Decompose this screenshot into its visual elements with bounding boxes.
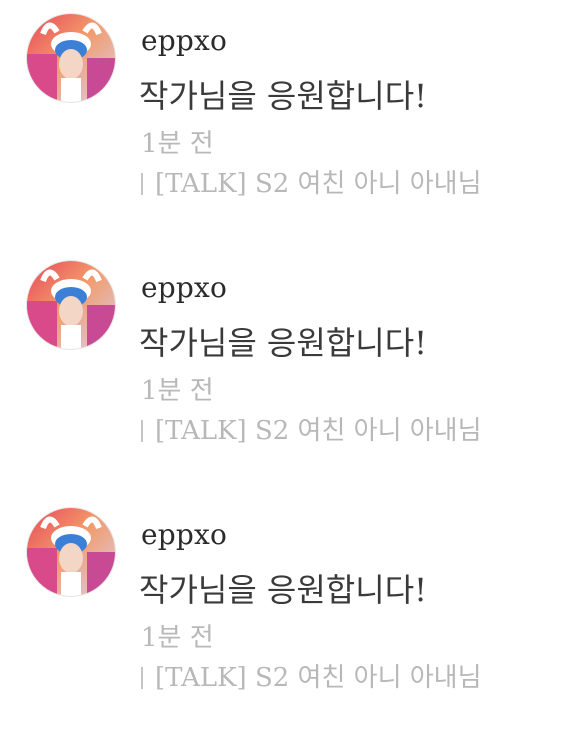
avatar-photo-icon [27, 261, 115, 349]
comment-item: eppxo 작가님을 응원합니다! 1분 전 [TALK] S2 여친 아니 아… [0, 0, 567, 246]
comment-text: 작가님을 응원합니다! [139, 77, 427, 115]
source-title[interactable]: [TALK] S2 여친 아니 아내님 [155, 169, 482, 199]
vertical-bar-divider-icon [141, 667, 143, 689]
avatar[interactable] [27, 508, 115, 596]
username[interactable]: eppxo [141, 271, 227, 305]
comment-item: eppxo 작가님을 응원합니다! 1분 전 [TALK] S2 여친 아니 아… [0, 494, 567, 740]
source-link[interactable]: [TALK] S2 여친 아니 아내님 [141, 662, 482, 694]
avatar-photo-icon [27, 14, 115, 102]
comment-text: 작가님을 응원합니다! [139, 571, 427, 609]
source-title[interactable]: [TALK] S2 여친 아니 아내님 [155, 416, 482, 446]
vertical-bar-divider-icon [141, 173, 143, 195]
comment-text: 작가님을 응원합니다! [139, 324, 427, 362]
comment-item: eppxo 작가님을 응원합니다! 1분 전 [TALK] S2 여친 아니 아… [0, 247, 567, 493]
avatar[interactable] [27, 261, 115, 349]
username[interactable]: eppxo [141, 24, 227, 58]
timestamp: 1분 전 [141, 129, 214, 159]
source-link[interactable]: [TALK] S2 여친 아니 아내님 [141, 168, 482, 200]
avatar-photo-icon [27, 508, 115, 596]
timestamp: 1분 전 [141, 623, 214, 653]
username[interactable]: eppxo [141, 518, 227, 552]
avatar[interactable] [27, 14, 115, 102]
timestamp: 1분 전 [141, 376, 214, 406]
source-title[interactable]: [TALK] S2 여친 아니 아내님 [155, 663, 482, 693]
source-link[interactable]: [TALK] S2 여친 아니 아내님 [141, 415, 482, 447]
vertical-bar-divider-icon [141, 420, 143, 442]
